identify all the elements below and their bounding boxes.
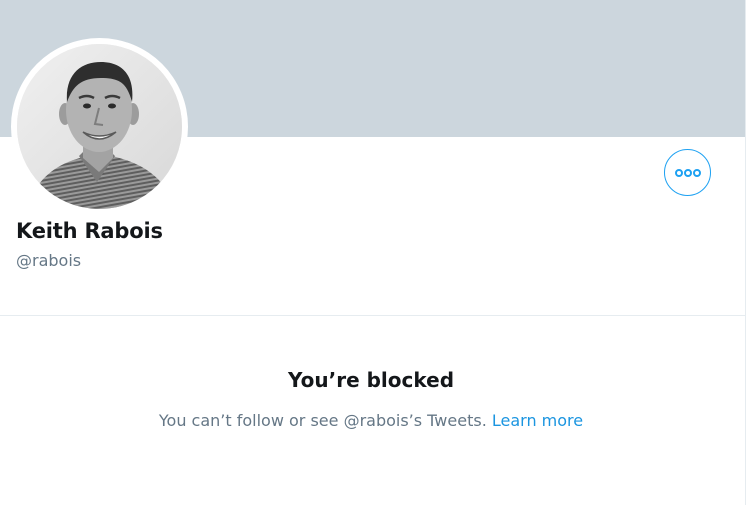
scrollbar-edge <box>745 0 751 505</box>
profile-handle: @rabois <box>16 251 82 270</box>
learn-more-link[interactable]: Learn more <box>492 411 583 430</box>
display-name: Keith Rabois <box>16 219 163 243</box>
blocked-message: You can’t follow or see @rabois’s Tweets… <box>158 411 487 430</box>
section-divider <box>0 315 746 316</box>
more-options-icon <box>674 168 701 177</box>
more-options-button[interactable] <box>664 149 711 196</box>
profile-page: Keith Rabois @rabois You’re blocked You … <box>0 0 751 505</box>
avatar[interactable] <box>17 44 182 209</box>
blocked-message-line: You can’t follow or see @rabois’s Tweets… <box>0 411 742 430</box>
avatar-photo <box>17 44 182 209</box>
blocked-title: You’re blocked <box>287 368 455 392</box>
